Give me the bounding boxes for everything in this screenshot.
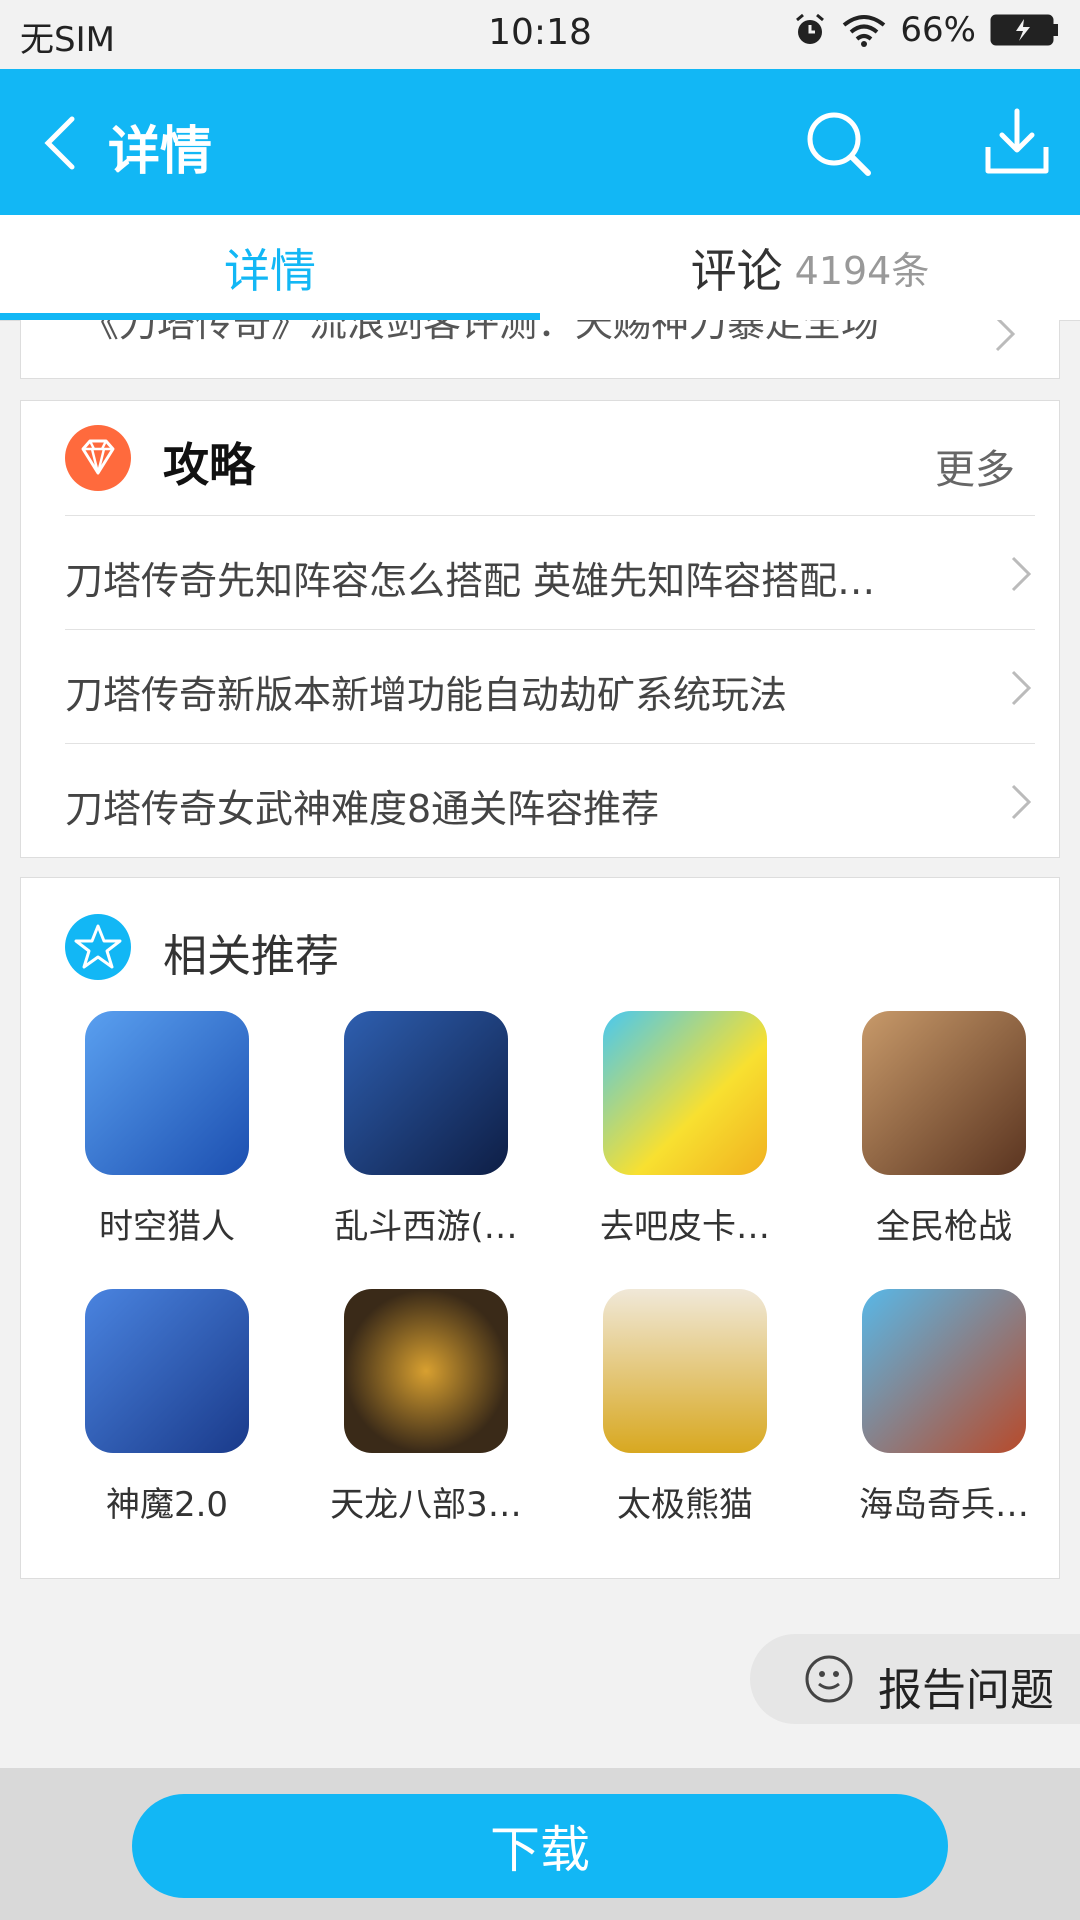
app-item[interactable]: 乱斗西游(…: [306, 1011, 546, 1248]
reviews-count: 4194条: [794, 249, 930, 293]
app-name: 神魔2.0: [105, 1485, 229, 1525]
tab-reviews[interactable]: 评论 4194条: [540, 215, 1080, 320]
recommendations-title: 相关推荐: [163, 931, 339, 982]
app-icon: [85, 1011, 249, 1175]
bottom-bar: 下载: [0, 1768, 1080, 1920]
app-icon: [603, 1289, 767, 1453]
app-icon: [862, 1289, 1026, 1453]
smiley-icon: [805, 1655, 853, 1703]
app-item[interactable]: 全民枪战: [824, 1011, 1064, 1248]
app-name: 全民枪战: [876, 1207, 1012, 1247]
star-icon: [65, 914, 131, 980]
tab-bar: 详情 评论 4194条: [0, 215, 1080, 321]
guide-title: 攻略: [163, 438, 255, 492]
status-icons: 66%: [792, 10, 1060, 50]
back-arrow-icon[interactable]: [40, 113, 80, 173]
chevron-right-icon: [995, 320, 1016, 352]
app-item[interactable]: 太极熊猫: [565, 1289, 805, 1526]
report-problem-button[interactable]: 报告问题: [750, 1634, 1080, 1724]
download-button-label: 下载: [490, 1821, 590, 1879]
partial-news-item[interactable]: 《刀塔传奇》流浪剑客评测：天赐神刀暴走全场: [20, 320, 1060, 379]
guide-card: 攻略 更多 刀塔传奇先知阵容怎么搭配 英雄先知阵容搭配… 刀塔传奇新版本新增功能…: [20, 400, 1060, 858]
alarm-icon: [796, 13, 825, 44]
app-name: 时空猎人: [99, 1207, 235, 1247]
app-bar: 详情: [0, 69, 1080, 215]
recommendations-card: 相关推荐 时空猎人 乱斗西游(… 去吧皮卡… 全民枪战 神魔2.0 天龙八部3……: [20, 877, 1060, 1579]
app-name: 去吧皮卡…: [600, 1207, 770, 1247]
app-icon: [85, 1289, 249, 1453]
app-name: 乱斗西游(…: [334, 1207, 518, 1247]
guide-item-title: 刀塔传奇女武神难度8通关阵容推荐: [65, 787, 660, 831]
battery-icon: [990, 14, 1058, 46]
app-name: 天龙八部3…: [330, 1485, 522, 1525]
guide-more-link[interactable]: 更多: [935, 437, 1015, 495]
app-name: 海岛奇兵…: [859, 1485, 1029, 1525]
search-icon[interactable]: [804, 109, 874, 179]
app-item[interactable]: 神魔2.0: [47, 1289, 287, 1526]
wifi-icon: [843, 15, 886, 47]
app-icon: [344, 1289, 508, 1453]
chevron-right-icon: [1011, 556, 1032, 592]
tab-reviews-label: 评论: [690, 243, 783, 298]
app-name: 太极熊猫: [617, 1485, 753, 1525]
download-icon[interactable]: [982, 107, 1052, 177]
active-tab-indicator: [0, 313, 540, 320]
app-item[interactable]: 天龙八部3…: [306, 1289, 546, 1526]
tab-detail-label: 详情: [224, 243, 316, 298]
partial-news-title: 《刀塔传奇》流浪剑客评测：天赐神刀暴走全场: [81, 320, 880, 345]
app-icon: [344, 1011, 508, 1175]
app-icon: [862, 1011, 1026, 1175]
status-bar: 无SIM 10:18 66%: [0, 0, 1080, 69]
page-title: 详情: [108, 122, 213, 182]
tab-detail[interactable]: 详情: [0, 215, 540, 320]
chevron-right-icon: [1011, 784, 1032, 820]
guide-item[interactable]: 刀塔传奇女武神难度8通关阵容推荐: [65, 743, 1035, 857]
report-problem-label: 报告问题: [878, 1665, 1054, 1716]
app-icon: [603, 1011, 767, 1175]
app-item[interactable]: 时空猎人: [47, 1011, 287, 1248]
app-item[interactable]: 去吧皮卡…: [565, 1011, 805, 1248]
app-item[interactable]: 海岛奇兵…: [824, 1289, 1064, 1526]
guide-item[interactable]: 刀塔传奇先知阵容怎么搭配 英雄先知阵容搭配…: [65, 515, 1035, 629]
download-button[interactable]: 下载: [132, 1794, 948, 1898]
battery-percent: 66%: [900, 10, 976, 50]
chevron-right-icon: [1011, 670, 1032, 706]
guide-item-title: 刀塔传奇新版本新增功能自动劫矿系统玩法: [65, 673, 788, 717]
diamond-icon: [65, 425, 131, 491]
guide-item-title: 刀塔传奇先知阵容怎么搭配 英雄先知阵容搭配…: [65, 559, 876, 603]
guide-item[interactable]: 刀塔传奇新版本新增功能自动劫矿系统玩法: [65, 629, 1035, 743]
